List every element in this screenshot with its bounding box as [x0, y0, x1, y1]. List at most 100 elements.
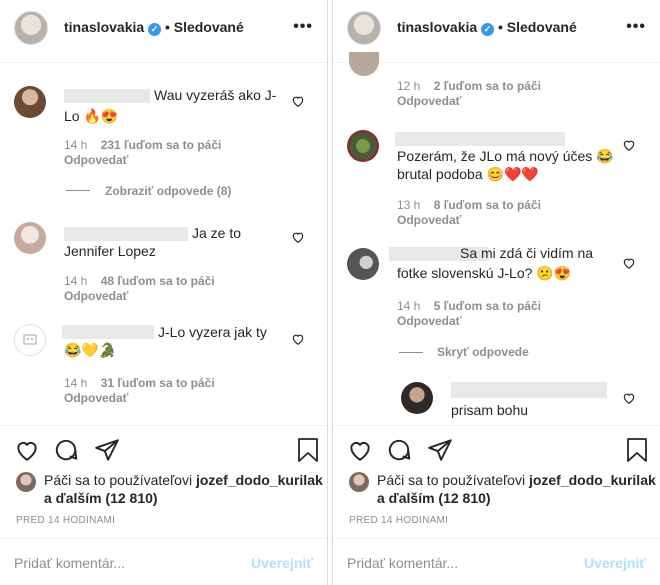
actions-divider — [0, 425, 327, 426]
heart-icon[interactable] — [347, 437, 373, 463]
post-button[interactable]: Uverejniť — [251, 555, 313, 571]
separator-dot: • — [164, 19, 170, 35]
comment-text-cont: Lo 🔥😍 — [64, 108, 119, 124]
comment-time: 13 h — [397, 198, 421, 212]
header-user: tinaslovakia ✓ • Sledované — [64, 19, 244, 36]
left-post-panel: tinaslovakia ✓ • Sledované ••• Wau vyzer… — [0, 0, 327, 585]
right-post-panel: tinaslovakia ✓ • Sledované ••• 12 h 2 ľu… — [333, 0, 660, 585]
bookmark-icon[interactable] — [625, 437, 649, 463]
comment-like-heart-icon[interactable] — [622, 391, 636, 405]
commenter-avatar[interactable] — [14, 86, 46, 118]
comment-text-cont: 😂💛🐊 — [64, 342, 117, 358]
share-icon[interactable] — [94, 437, 120, 463]
verified-badge-icon: ✓ — [481, 23, 495, 36]
comment-meta: 14 h 48 ľuďom sa to páči — [64, 274, 215, 288]
comment-meta: 14 h 31 ľuďom sa to páči — [64, 376, 215, 390]
comment-likes[interactable]: 231 ľuďom sa to páči — [101, 138, 222, 152]
add-comment-input[interactable]: Pridať komentár... — [347, 555, 458, 571]
comment-like-heart-icon[interactable] — [622, 138, 636, 152]
replies-line — [66, 190, 90, 191]
bookmark-icon[interactable] — [296, 437, 320, 463]
following-button[interactable]: Sledované — [174, 19, 244, 35]
comment-like-heart-icon[interactable] — [291, 332, 305, 346]
redacted-username — [64, 227, 188, 241]
heart-icon[interactable] — [14, 437, 40, 463]
comment-text: Ja ze to — [192, 225, 242, 241]
actions-divider — [333, 425, 660, 426]
liked-by-others[interactable]: a ďalším (12 810) — [44, 489, 158, 507]
replies-line — [399, 352, 423, 353]
redacted-username — [451, 382, 607, 398]
reply-button[interactable]: Odpovedať — [64, 289, 128, 303]
comment-meta: 14 h 231 ľuďom sa to páči — [64, 138, 221, 152]
liked-by-user[interactable]: jozef_dodo_kurilak — [196, 472, 323, 488]
reply-button[interactable]: Odpovedať — [64, 391, 128, 405]
profile-username[interactable]: tinaslovakia — [64, 19, 144, 35]
redacted-username — [64, 89, 150, 103]
commenter-avatar[interactable] — [14, 222, 46, 254]
verified-badge-icon: ✓ — [148, 23, 162, 36]
post-timestamp[interactable]: PRED 14 HODINAMI — [16, 515, 115, 526]
comment-icon[interactable] — [53, 437, 79, 463]
reply-text: prisam bohu — [451, 402, 529, 418]
commenter-avatar[interactable] — [14, 324, 46, 356]
comment-likes[interactable]: 2 ľuďom sa to páči — [434, 79, 541, 93]
comment-time: 14 h — [64, 274, 88, 288]
liked-by-line: Páči sa to používateľovi jozef_dodo_kuri… — [44, 471, 323, 489]
post-header: tinaslovakia ✓ • Sledované ••• — [333, 0, 660, 63]
comment-likes[interactable]: 8 ľuďom sa to páči — [434, 198, 541, 212]
comment-time: 14 h — [64, 376, 88, 390]
liker-avatar[interactable] — [349, 472, 369, 492]
comment-text-cont: brutal podoba 😊❤️❤️ — [397, 166, 539, 182]
comment-text: J-Lo vyzera jak ty — [158, 324, 267, 340]
comment-text: Wau vyzeráš ako J- — [154, 87, 277, 103]
post-button[interactable]: Uverejniť — [584, 555, 646, 571]
profile-avatar[interactable] — [14, 11, 48, 45]
comment-likes[interactable]: 31 ľuďom sa to páči — [101, 376, 215, 390]
post-header: tinaslovakia ✓ • Sledované ••• — [0, 0, 327, 63]
comment-likes[interactable]: 48 ľuďom sa to páči — [101, 274, 215, 288]
following-button[interactable]: Sledované — [507, 19, 577, 35]
liked-by-prefix: Páči sa to používateľovi — [377, 472, 529, 488]
separator-dot: • — [497, 19, 503, 35]
liked-by-others[interactable]: a ďalším (12 810) — [377, 489, 491, 507]
reply-button[interactable]: Odpovedať — [397, 94, 461, 108]
comment-time: 14 h — [397, 299, 421, 313]
commenter-avatar[interactable] — [349, 52, 379, 76]
reply-button[interactable]: Odpovedať — [397, 213, 461, 227]
liked-by-prefix: Páči sa to používateľovi — [44, 472, 196, 488]
liked-by-line: Páči sa to používateľovi jozef_dodo_kuri… — [377, 471, 656, 489]
comment-icon[interactable] — [386, 437, 412, 463]
reply-button[interactable]: Odpovedať — [397, 314, 461, 328]
commenter-avatar[interactable] — [347, 248, 379, 280]
comment-text: Sa mi zdá či vidím na — [460, 245, 594, 261]
comment-text-cont: Jennifer Lopez — [64, 243, 156, 259]
reply-button[interactable]: Odpovedať — [64, 153, 128, 167]
profile-username[interactable]: tinaslovakia — [397, 19, 477, 35]
liked-by-user[interactable]: jozef_dodo_kurilak — [529, 472, 656, 488]
view-replies-button[interactable]: Zobraziť odpovede (8) — [105, 184, 231, 198]
share-icon[interactable] — [427, 437, 453, 463]
comment-time: 12 h — [397, 79, 421, 93]
post-timestamp[interactable]: PRED 14 HODINAMI — [349, 515, 448, 526]
comment-meta: 14 h 5 ľuďom sa to páči — [397, 299, 541, 313]
header-user: tinaslovakia ✓ • Sledované — [397, 19, 577, 36]
comment-like-heart-icon[interactable] — [291, 230, 305, 244]
add-comment-input[interactable]: Pridať komentár... — [14, 555, 125, 571]
comment-like-heart-icon[interactable] — [291, 94, 305, 108]
add-comment-row: Pridať komentár... Uverejniť — [333, 538, 660, 585]
comment-meta: 12 h 2 ľuďom sa to páči — [397, 79, 541, 93]
liker-avatar[interactable] — [16, 472, 36, 492]
commenter-avatar[interactable] — [347, 130, 379, 162]
more-options-icon[interactable]: ••• — [293, 18, 313, 36]
comment-time: 14 h — [64, 138, 88, 152]
redacted-username — [62, 325, 154, 339]
profile-avatar[interactable] — [347, 11, 381, 45]
hide-replies-button[interactable]: Skryť odpovede — [437, 345, 529, 359]
comment-likes[interactable]: 5 ľuďom sa to páči — [434, 299, 541, 313]
more-options-icon[interactable]: ••• — [626, 18, 646, 36]
replier-avatar[interactable] — [401, 382, 433, 414]
comment-like-heart-icon[interactable] — [622, 256, 636, 270]
redacted-username — [395, 132, 565, 146]
comment-text-cont: fotke slovenskú J-Lo? 😕😍 — [397, 265, 572, 281]
